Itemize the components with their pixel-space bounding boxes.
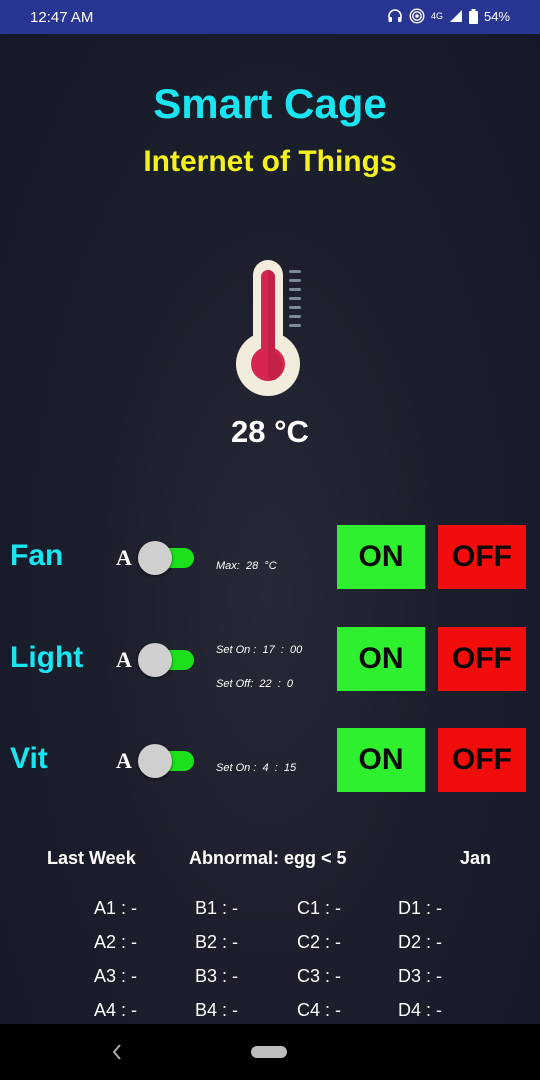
device-row-fan: Fan A Max: 28 °C ON OFF (0, 525, 540, 591)
fan-on-button[interactable]: ON (337, 525, 425, 589)
cage-cell: A4 : - (94, 1000, 138, 1020)
cage-cell: D2 : - (398, 932, 443, 952)
toggle-knob (138, 744, 172, 778)
status-bar: 12:47 AM 4G 54% (0, 0, 540, 34)
cage-cell: C1 : - (297, 898, 342, 918)
cage-cell: A3 : - (94, 966, 138, 986)
light-off-button[interactable]: OFF (438, 627, 526, 691)
vit-set-on-time: Set On : 4 : 15 (216, 762, 297, 774)
cage-cell: A2 : - (94, 932, 138, 952)
cage-cell: C3 : - (297, 966, 342, 986)
fan-auto-toggle[interactable] (138, 541, 196, 575)
app-subtitle: Internet of Things (143, 145, 397, 178)
cage-cell: C2 : - (297, 932, 342, 952)
battery-level: 54% (483, 8, 510, 24)
cage-cell: B4 : - (195, 1000, 239, 1020)
auto-label: A (116, 748, 132, 773)
cage-cell: B2 : - (195, 932, 239, 952)
network-type: 4G (430, 11, 443, 21)
status-icons: 4G 54% (387, 8, 510, 24)
signal-icon (449, 10, 462, 22)
fan-off-button[interactable]: OFF (438, 525, 526, 589)
thermometer-icon (236, 260, 301, 396)
cage-cell: B3 : - (195, 966, 239, 986)
auto-label: A (116, 647, 132, 672)
device-name: Vit (10, 742, 48, 775)
light-set-on-time: Set On : 17 : 00 (216, 644, 303, 656)
app-title: Smart Cage (153, 80, 387, 127)
light-auto-toggle[interactable] (138, 643, 196, 677)
navigation-bar (0, 1024, 540, 1080)
toggle-knob (138, 541, 172, 575)
cage-cell: C4 : - (297, 1000, 342, 1020)
light-on-button[interactable]: ON (337, 627, 425, 691)
device-row-vit: Vit A Set On : 4 : 15 ON OFF (0, 728, 540, 794)
fan-max-temp: Max: 28 °C (216, 560, 277, 572)
battery-icon (468, 8, 478, 24)
headphones-icon (388, 9, 402, 22)
cage-cell: D3 : - (398, 966, 443, 986)
device-row-light: Light A Set On : 17 : 00 Set Off: 22 : 0… (0, 627, 540, 693)
summary-month: Jan (460, 848, 492, 868)
temperature-value: 28 °C (231, 414, 309, 449)
back-icon[interactable] (110, 1042, 124, 1062)
hotspot-icon (409, 8, 425, 24)
cage-cell: B1 : - (195, 898, 239, 918)
vit-on-button[interactable]: ON (337, 728, 425, 792)
device-name: Light (10, 641, 84, 674)
cage-cell: D1 : - (398, 898, 443, 918)
status-time: 12:47 AM (30, 9, 94, 26)
vit-auto-toggle[interactable] (138, 744, 196, 778)
cage-cell: A1 : - (94, 898, 138, 918)
home-pill-icon[interactable] (251, 1046, 287, 1058)
device-name: Fan (10, 539, 64, 572)
summary-abnormal: Abnormal: egg < 5 (189, 848, 347, 868)
toggle-knob (138, 643, 172, 677)
auto-label: A (116, 545, 132, 570)
light-set-off-time: Set Off: 22 : 0 (216, 678, 294, 690)
summary-period: Last Week (47, 848, 136, 868)
cage-cell: D4 : - (398, 1000, 443, 1020)
vit-off-button[interactable]: OFF (438, 728, 526, 792)
